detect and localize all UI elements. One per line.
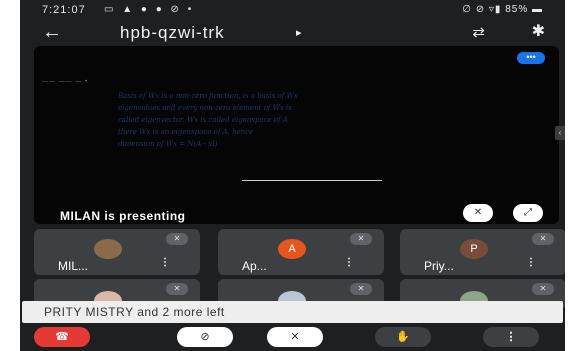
- fullscreen-button[interactable]: ⤢: [513, 204, 543, 222]
- arrow-left-icon[interactable]: ←: [42, 21, 62, 44]
- raise-hand-button[interactable]: ✋: [375, 327, 431, 347]
- participants-left-toast: PRITY MISTRY and 2 more left: [22, 301, 563, 323]
- participant-name: MIL...: [58, 259, 89, 273]
- mic-off-icon: ✕: [350, 283, 372, 295]
- chevron-right-icon[interactable]: ▸: [296, 26, 302, 39]
- meeting-code[interactable]: hpb-qzwi-trk: [120, 23, 225, 43]
- camera-switch-icon[interactable]: ⇄: [472, 23, 485, 41]
- participant-name: Priy...: [424, 259, 454, 273]
- chevron-left-icon[interactable]: ‹: [555, 126, 565, 140]
- shared-handwritten-notes: Basis of Wx is a non-zero function, is a…: [118, 90, 458, 150]
- note-line: called eigenvector. Wx is called eigensp…: [118, 116, 288, 124]
- mic-off-icon: ✕: [350, 233, 372, 245]
- mic-off-icon: ✕: [166, 283, 188, 295]
- participant-tile[interactable]: ✕ A Ap... ⋮: [218, 229, 384, 275]
- note-line: eigenvalues and every non-zero element o…: [118, 104, 292, 112]
- bluetooth-audio-icon[interactable]: ✱: [532, 21, 545, 41]
- more-options-pill-icon[interactable]: •••: [517, 52, 545, 64]
- avatar: [94, 239, 122, 259]
- screen-toolbar-text: —— —— — •: [42, 79, 89, 85]
- status-time: 7:21:07: [42, 4, 86, 16]
- meeting-header: ← hpb-qzwi-trk ▸ ⇄ ✱: [20, 20, 565, 46]
- status-bar: 7:21:07 ▭ ▲ ● ● ⊘ • ∅ ⊘ ▿▮ 85% ▬: [20, 0, 565, 20]
- unpin-button[interactable]: ✕: [463, 204, 493, 222]
- divider: [242, 180, 382, 181]
- note-line: Basis of Wx is a non-zero function, is a…: [118, 92, 298, 100]
- meeting-screen: 7:21:07 ▭ ▲ ● ● ⊘ • ∅ ⊘ ▿▮ 85% ▬ ← hpb-q…: [20, 0, 565, 351]
- avatar: A: [278, 239, 306, 259]
- more-options-button[interactable]: ⋮: [483, 327, 539, 347]
- participant-tile[interactable]: ✕ MIL... ⋮: [34, 229, 200, 275]
- mic-off-icon: ✕: [166, 233, 188, 245]
- mic-off-icon: ✕: [532, 233, 554, 245]
- mic-off-icon: ✕: [532, 283, 554, 295]
- avatar: P: [460, 239, 488, 259]
- participant-tile[interactable]: ✕ P Priy... ⋮: [400, 229, 565, 275]
- notification-icons: ▭ ▲ ● ● ⊘ •: [104, 4, 195, 15]
- note-line: dimension of Wx = N(A - xI): [118, 140, 218, 148]
- more-vert-icon[interactable]: ⋮: [160, 257, 170, 268]
- system-icons: ∅ ⊘ ▿▮ 85% ▬: [462, 4, 543, 15]
- mic-toggle-button[interactable]: ✕: [267, 327, 323, 347]
- more-vert-icon[interactable]: ⋮: [526, 257, 536, 268]
- note-line: there Wx is an eigenspace of A, hence: [118, 128, 254, 136]
- end-call-button[interactable]: ☎: [34, 327, 90, 347]
- participant-name: Ap...: [242, 259, 267, 273]
- presenting-label: MILAN is presenting: [60, 209, 186, 223]
- camera-toggle-button[interactable]: ⊘: [177, 327, 233, 347]
- presentation-view[interactable]: ••• —— —— — • Basis of Wx is a non-zero …: [34, 46, 559, 224]
- more-vert-icon[interactable]: ⋮: [344, 257, 354, 268]
- call-controls: ☎ ⊘ ✕ ✋ ⋮: [20, 323, 565, 351]
